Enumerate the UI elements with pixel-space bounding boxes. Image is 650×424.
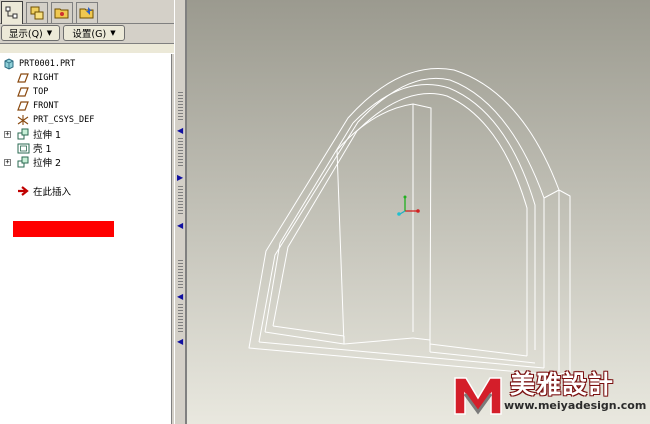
inner-floor-edge (264, 331, 345, 345)
tree-column-header (0, 43, 174, 54)
chevron-down-icon: ▼ (110, 29, 116, 37)
coordinate-system-icon (16, 114, 30, 126)
folder-browser-icon (54, 8, 69, 19)
graphics-viewport[interactable] (187, 0, 650, 424)
layers-icon (30, 6, 44, 20)
tree-item-label: 拉伸 2 (33, 157, 62, 169)
wireframe-model (248, 68, 571, 376)
tree-item-label: PRT_CSYS_DEF (33, 114, 95, 125)
tree-item-label: 拉伸 1 (33, 129, 62, 141)
tree-item-label: 壳 1 (33, 143, 52, 155)
inner-arch-edge (352, 84, 536, 350)
show-dropdown-button[interactable]: 显示(Q) ▼ (1, 25, 60, 41)
tree-root[interactable]: PRT0001.PRT (2, 57, 75, 70)
tree-item-label: RIGHT (33, 72, 59, 83)
settings-dropdown-button[interactable]: 设置(G) ▼ (63, 25, 125, 41)
datum-plane-icon (16, 72, 30, 84)
splitter-grip (178, 92, 183, 122)
insert-here-arrow-icon (16, 185, 30, 197)
inner-floor-edge (429, 351, 536, 364)
tree-item-shell-1[interactable]: 壳 1 (16, 141, 52, 155)
tab-folder-browser[interactable] (51, 2, 73, 23)
splitter-grip (178, 260, 183, 288)
csys-triad (397, 195, 420, 216)
tree-item-front-plane[interactable]: FRONT (16, 99, 59, 112)
collapse-arrow-icon[interactable]: ◀ (177, 127, 183, 135)
tab-model-tree[interactable] (1, 1, 23, 24)
tree-toolbar: 显示(Q) ▼ 设置(G) ▼ (0, 25, 174, 42)
expand-arrow-icon[interactable]: ▶ (177, 174, 183, 182)
splitter-grip (178, 138, 183, 166)
tree-item-label: 在此插入 (33, 186, 72, 198)
datum-plane-icon (16, 86, 30, 98)
datum-plane-icon (16, 100, 30, 112)
tab-favorites[interactable] (76, 2, 98, 23)
model-tree: PRT0001.PRT RIGHT TOP FRONT PRT_CSYS_DEF… (0, 54, 172, 424)
extrude-2-edge (336, 149, 414, 345)
tree-item-extrude-2[interactable]: 拉伸 2 (16, 155, 62, 169)
tree-item-extrude-1[interactable]: 拉伸 1 (16, 127, 62, 141)
tree-item-right-plane[interactable]: RIGHT (16, 71, 59, 84)
extrude-icon (16, 156, 30, 168)
extrude-icon (16, 128, 30, 140)
navigator-panel: 显示(Q) ▼ 设置(G) ▼ PRT0001.PRT RIGHT TOP FR… (0, 0, 174, 424)
tree-root-label: PRT0001.PRT (19, 58, 76, 69)
part-icon (2, 57, 16, 70)
chevron-down-icon: ▼ (46, 29, 53, 37)
collapse-arrow-icon[interactable]: ◀ (177, 293, 183, 301)
expand-toggle[interactable]: + (4, 159, 11, 166)
splitter-grip (178, 304, 183, 332)
tree-item-label: FRONT (33, 100, 59, 111)
expand-toggle[interactable]: + (4, 131, 11, 138)
redacted-tree-item (13, 221, 114, 237)
tree-item-csys[interactable]: PRT_CSYS_DEF (16, 113, 94, 126)
tree-item-top-plane[interactable]: TOP (16, 85, 48, 98)
settings-dropdown-label: 设置(G) (72, 29, 107, 40)
extrude-2-edge (336, 103, 414, 332)
collapse-arrow-icon[interactable]: ◀ (177, 222, 183, 230)
inner-floor-edge (429, 343, 528, 357)
extrude-2-edge (412, 103, 432, 341)
shell-inner-edge (272, 130, 358, 327)
tab-layers[interactable] (26, 2, 48, 23)
watermark: 美雅設計 www.meiyadesign.com (452, 370, 647, 420)
collapse-arrow-icon[interactable]: ◀ (177, 338, 183, 346)
show-dropdown-label: 显示(Q) (8, 29, 43, 40)
splitter-grip (178, 186, 183, 214)
bottom-rim-edge (258, 341, 545, 369)
tree-item-insert-here[interactable]: 在此插入 (16, 184, 72, 198)
tree-item-label: TOP (33, 86, 49, 97)
model-tree-icon (5, 6, 18, 19)
meiya-logo-icon (454, 377, 502, 415)
watermark-title: 美雅設計 (510, 370, 615, 399)
inner-arch-edge (356, 93, 528, 356)
watermark-url: www.meiyadesign.com (504, 399, 647, 412)
navigator-tab-bar (0, 0, 174, 24)
right-wall-edge (543, 189, 560, 199)
shell-icon (16, 142, 30, 154)
favorites-icon (79, 7, 94, 19)
extrude-2-edge (412, 337, 431, 352)
